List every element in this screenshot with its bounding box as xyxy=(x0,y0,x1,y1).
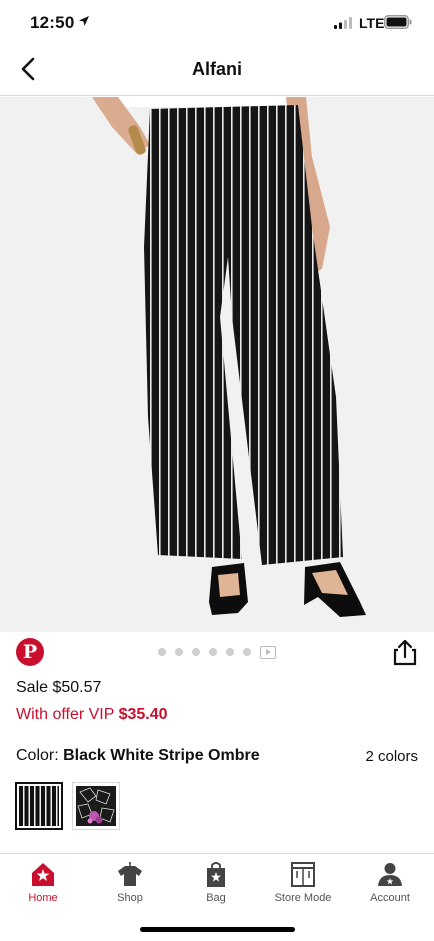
tab-store-mode-label: Store Mode xyxy=(274,892,332,904)
status-bar: 12:50 LTE xyxy=(0,0,434,44)
video-icon[interactable] xyxy=(260,645,276,659)
home-icon xyxy=(32,863,54,886)
signal-icon xyxy=(334,17,352,29)
tab-bag-label: Bag xyxy=(206,892,226,904)
tab-account-label: Account xyxy=(370,892,410,904)
pagination-dot[interactable] xyxy=(243,648,251,656)
tab-shop[interactable]: Shop xyxy=(90,860,170,910)
product-image[interactable] xyxy=(0,97,434,632)
shirt-icon xyxy=(118,862,142,886)
color-swatch-floral[interactable] xyxy=(72,782,120,830)
offer-price: $35.40 xyxy=(118,706,168,723)
pagination-dot[interactable] xyxy=(192,648,200,656)
nav-bar: Alfani xyxy=(0,44,434,96)
page-title: Alfani xyxy=(191,59,242,79)
account-icon xyxy=(378,863,402,886)
status-time: 12:50 xyxy=(30,13,75,32)
color-prefix: Color: xyxy=(16,747,64,764)
share-button[interactable] xyxy=(392,638,418,666)
store-icon xyxy=(291,862,315,887)
location-arrow-icon xyxy=(79,16,89,26)
tab-bag[interactable]: Bag xyxy=(176,860,256,910)
tab-store-mode[interactable]: Store Mode xyxy=(263,860,343,910)
color-count: 2 colors xyxy=(365,748,418,765)
pagination-dot[interactable] xyxy=(175,648,183,656)
bag-icon xyxy=(207,862,225,887)
product-photo xyxy=(0,97,434,632)
pinterest-icon: P xyxy=(22,641,38,663)
network-type: LTE xyxy=(359,15,385,31)
offer-price-line: With offer VIP $35.40 xyxy=(16,706,168,724)
selected-color-name: Black White Stripe Ombre xyxy=(63,747,260,764)
tab-home-label: Home xyxy=(28,892,58,904)
pinterest-button[interactable]: P xyxy=(16,638,44,666)
offer-label: With offer VIP xyxy=(16,706,119,723)
pagination-dot[interactable] xyxy=(226,648,234,656)
tab-account[interactable]: Account xyxy=(350,860,430,910)
floral-pattern-icon xyxy=(76,786,116,826)
battery-icon xyxy=(384,15,412,29)
sale-price: Sale $50.57 xyxy=(16,679,102,696)
color-label: Color: Black White Stripe Ombre xyxy=(16,747,260,765)
pagination-dot[interactable] xyxy=(209,648,217,656)
tab-home[interactable]: Home xyxy=(3,860,83,910)
color-swatch-black-white-stripe[interactable] xyxy=(15,782,63,830)
pagination-dot[interactable] xyxy=(158,648,166,656)
image-pagination xyxy=(158,644,276,660)
tab-shop-label: Shop xyxy=(117,892,143,904)
home-indicator xyxy=(140,927,295,932)
